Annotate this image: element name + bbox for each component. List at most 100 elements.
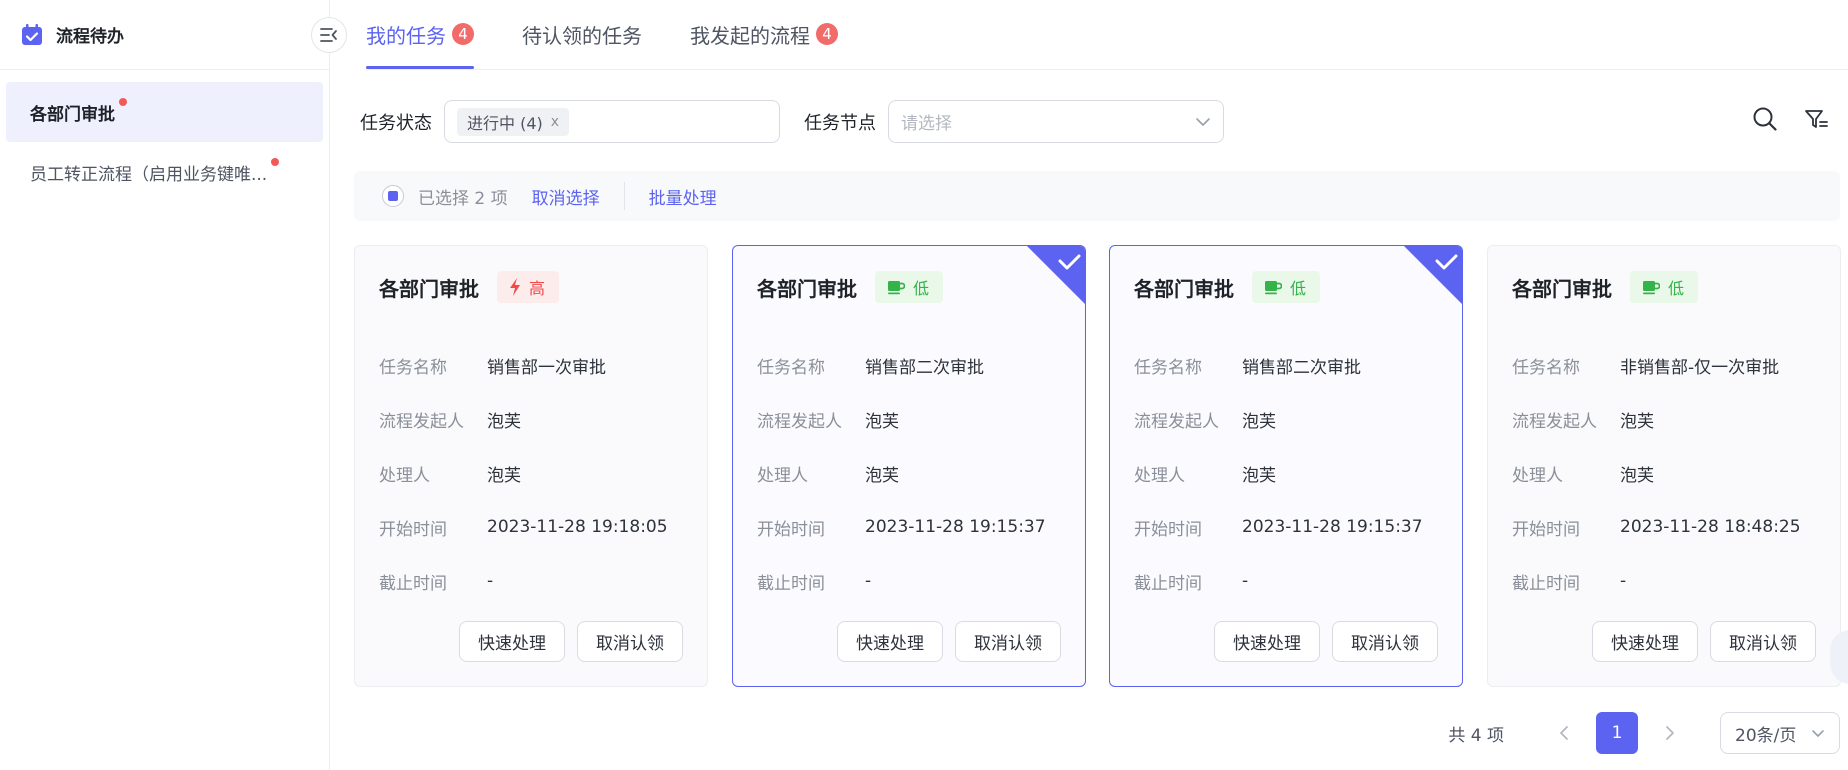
field-label: 任务名称 xyxy=(379,357,447,378)
priority-badge: 高 xyxy=(497,271,560,303)
chevron-down-icon xyxy=(1812,729,1824,737)
field-row: 截止时间 - xyxy=(379,554,668,608)
filter-bar: 任务状态 进行中 (4) x 任务节点 请选择 xyxy=(360,100,1224,143)
cancel-claim-button[interactable]: 取消认领 xyxy=(955,621,1061,662)
field-row: 处理人 泡芙 xyxy=(1134,446,1423,500)
cancel-claim-button[interactable]: 取消认领 xyxy=(577,621,683,662)
field-value: 泡芙 xyxy=(1242,411,1276,432)
field-value: 销售部二次审批 xyxy=(865,357,984,378)
priority-text: 低 xyxy=(1290,279,1307,298)
sidebar-header: 流程待办 xyxy=(0,0,329,70)
cancel-claim-button[interactable]: 取消认领 xyxy=(1710,621,1816,662)
field-label: 开始时间 xyxy=(379,519,447,540)
total-count: 共 4 项 xyxy=(1448,725,1504,746)
task-status-label: 任务状态 xyxy=(360,112,432,134)
search-icon[interactable] xyxy=(1752,106,1778,132)
task-card[interactable]: 各部门审批低任务名称 销售部二次审批 流程发起人 泡芙 处理人 泡芙 开始时间 2023-11… xyxy=(732,245,1086,687)
field-row: 截止时间 - xyxy=(757,554,1046,608)
card-title: 各部门审批 xyxy=(1512,276,1612,301)
field-label: 任务名称 xyxy=(1134,357,1202,378)
field-label: 流程发起人 xyxy=(757,411,842,432)
task-node-label: 任务节点 xyxy=(804,112,876,134)
pagination: 共 4 项 1 20条/页 xyxy=(1448,712,1840,754)
card-fields: 任务名称 非销售部-仅一次审批 流程发起人 泡芙 处理人 泡芙 开始时间 2023-11-28… xyxy=(1512,338,1801,608)
field-label: 流程发起人 xyxy=(1512,411,1597,432)
quick-process-button[interactable]: 快速处理 xyxy=(1592,621,1698,662)
card-fields: 任务名称 销售部二次审批 流程发起人 泡芙 处理人 泡芙 开始时间 2023-11-28 19… xyxy=(757,338,1046,608)
card-header: 各部门审批 低 xyxy=(1134,271,1321,303)
cup-icon xyxy=(1643,281,1660,295)
selected-count-text: 已选择 2 项 xyxy=(418,188,508,209)
selected-corner-check-icon xyxy=(1027,246,1085,304)
task-card[interactable]: 各部门审批低任务名称 非销售部-仅一次审批 流程发起人 泡芙 处理人 泡芙 开始时间 2023… xyxy=(1487,245,1841,687)
cancel-selection-link[interactable]: 取消选择 xyxy=(532,184,600,209)
card-title: 各部门审批 xyxy=(1134,276,1234,301)
field-row: 任务名称 销售部二次审批 xyxy=(1134,338,1423,392)
chevron-right-icon xyxy=(1666,726,1674,740)
priority-text: 低 xyxy=(1668,279,1685,298)
page-number-current[interactable]: 1 xyxy=(1596,712,1638,754)
card-title: 各部门审批 xyxy=(757,276,857,301)
priority-badge: 低 xyxy=(1252,271,1321,303)
field-value: 泡芙 xyxy=(487,465,521,486)
field-row: 流程发起人 泡芙 xyxy=(1134,392,1423,446)
field-label: 开始时间 xyxy=(1512,519,1580,540)
card-fields: 任务名称 销售部一次审批 流程发起人 泡芙 处理人 泡芙 开始时间 2023-11-28 19… xyxy=(379,338,668,608)
calendar-check-icon xyxy=(22,23,42,45)
tab-my-tasks[interactable]: 我的任务 4 xyxy=(366,0,474,69)
field-value: - xyxy=(487,571,494,591)
status-tag-text: 进行中 (4) xyxy=(467,113,543,133)
cup-icon xyxy=(1265,281,1282,295)
field-row: 处理人 泡芙 xyxy=(1512,446,1801,500)
field-label: 截止时间 xyxy=(379,573,447,594)
field-label: 任务名称 xyxy=(1512,357,1580,378)
tab-label: 我发起的流程 xyxy=(690,23,810,48)
field-value: 泡芙 xyxy=(1242,465,1276,486)
field-row: 开始时间 2023-11-28 19:15:37 xyxy=(757,500,1046,554)
task-status-select[interactable]: 进行中 (4) x xyxy=(444,100,780,143)
page-size-select[interactable]: 20条/页 xyxy=(1720,712,1840,754)
sidebar-item-label: 各部门审批 xyxy=(30,104,115,125)
quick-process-button[interactable]: 快速处理 xyxy=(459,621,565,662)
card-header: 各部门审批 低 xyxy=(757,271,944,303)
sidebar-item-label: 员工转正流程（启用业务键唯... xyxy=(30,164,268,185)
field-row: 任务名称 销售部一次审批 xyxy=(379,338,668,392)
tab-my-initiated-processes[interactable]: 我发起的流程 4 xyxy=(690,0,838,69)
collapse-sidebar-button[interactable] xyxy=(311,17,347,53)
field-label: 流程发起人 xyxy=(1134,411,1219,432)
batch-process-link[interactable]: 批量处理 xyxy=(649,184,717,209)
tab-unclaimed-tasks[interactable]: 待认领的任务 xyxy=(522,0,642,69)
task-node-select[interactable]: 请选择 xyxy=(888,100,1224,143)
priority-badge: 低 xyxy=(1630,271,1699,303)
field-row: 处理人 泡芙 xyxy=(379,446,668,500)
chevron-down-icon xyxy=(1196,117,1210,126)
quick-process-button[interactable]: 快速处理 xyxy=(1214,621,1320,662)
card-actions: 快速处理 取消认领 xyxy=(837,621,1061,662)
task-card[interactable]: 各部门审批低任务名称 销售部二次审批 流程发起人 泡芙 处理人 泡芙 开始时间 2023-11… xyxy=(1109,245,1463,687)
selection-bar: 已选择 2 项 取消选择 批量处理 xyxy=(354,171,1840,221)
task-card[interactable]: 各部门审批高任务名称 销售部一次审批 流程发起人 泡芙 处理人 泡芙 开始时间 2023-11… xyxy=(354,245,708,687)
tag-remove-icon[interactable]: x xyxy=(551,114,559,130)
status-tag: 进行中 (4) x xyxy=(457,107,570,136)
field-label: 截止时间 xyxy=(1512,573,1580,594)
next-page-button[interactable] xyxy=(1652,713,1688,753)
unread-dot xyxy=(119,98,127,106)
unread-dot xyxy=(271,158,280,166)
card-header: 各部门审批 高 xyxy=(379,271,560,303)
partial-check-mark xyxy=(388,191,398,201)
sidebar-item-employee-regularization[interactable]: 员工转正流程（启用业务键唯... xyxy=(6,142,323,202)
field-label: 处理人 xyxy=(1512,465,1563,486)
card-actions: 快速处理 取消认领 xyxy=(1214,621,1438,662)
tab-count-badge: 4 xyxy=(452,23,474,45)
select-all-checkbox[interactable] xyxy=(382,185,404,207)
prev-page-button[interactable] xyxy=(1546,713,1582,753)
quick-process-button[interactable]: 快速处理 xyxy=(837,621,943,662)
sidebar-item-dept-approval[interactable]: 各部门审批 xyxy=(6,82,323,142)
cancel-claim-button[interactable]: 取消认领 xyxy=(1332,621,1438,662)
field-value: 2023-11-28 19:15:37 xyxy=(865,517,1046,537)
tab-label: 待认领的任务 xyxy=(522,23,642,48)
sidebar-title: 流程待办 xyxy=(56,27,124,47)
filter-list-icon[interactable] xyxy=(1804,108,1828,130)
field-value: 销售部一次审批 xyxy=(487,357,606,378)
priority-text: 低 xyxy=(913,279,930,298)
